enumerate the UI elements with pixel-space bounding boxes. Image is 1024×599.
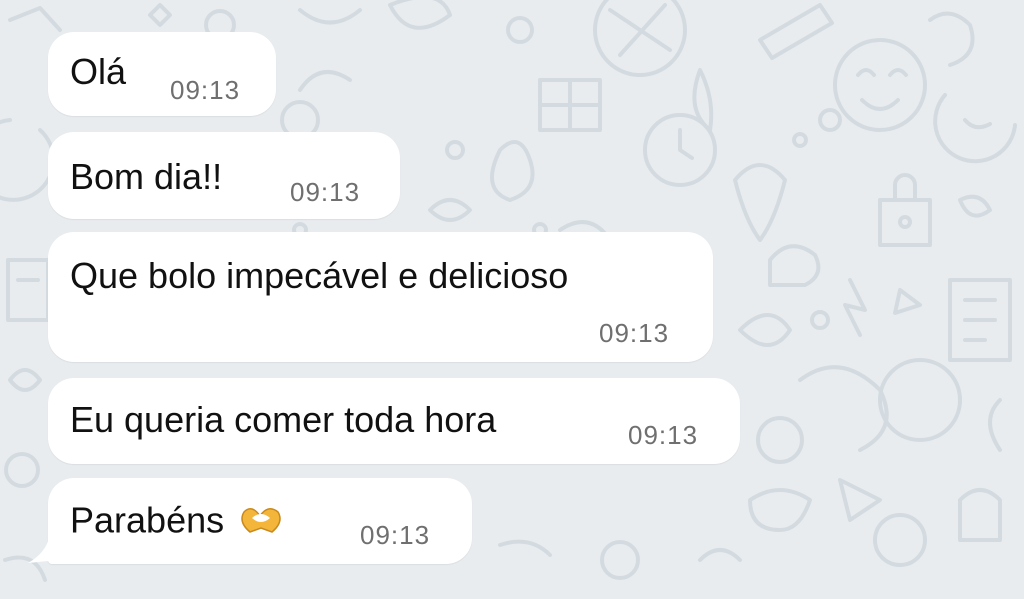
message-timestamp: 09:13 bbox=[628, 420, 699, 450]
message-timestamp: 09:13 bbox=[170, 75, 241, 105]
message-bubble[interactable]: Olá 09:13 bbox=[48, 32, 276, 116]
message-text: Eu queria comer toda hora bbox=[70, 399, 497, 440]
message-bubble[interactable]: Parabéns 09:13 bbox=[48, 478, 472, 564]
bubble-tail bbox=[28, 535, 58, 563]
message-timestamp: 09:13 bbox=[360, 520, 431, 550]
message-timestamp: 09:13 bbox=[599, 318, 670, 348]
message-text: Bom dia!! bbox=[70, 156, 223, 197]
message-bubble[interactable]: Eu queria comer toda hora 09:13 bbox=[48, 378, 740, 464]
heart-hands-icon bbox=[238, 502, 284, 544]
message-text-content: Parabéns bbox=[70, 499, 225, 541]
message-text: Olá bbox=[70, 51, 127, 92]
message-timestamp: 09:13 bbox=[290, 177, 361, 207]
message-bubble[interactable]: Bom dia!! 09:13 bbox=[48, 132, 400, 219]
message-text: Que bolo impecável e delicioso bbox=[70, 255, 569, 296]
message-bubble[interactable]: Que bolo impecável e delicioso 09:13 bbox=[48, 232, 713, 362]
message-text: Parabéns bbox=[70, 502, 284, 544]
chat-area: Olá 09:13 Bom dia!! 09:13 Que bolo impec… bbox=[0, 0, 1024, 599]
